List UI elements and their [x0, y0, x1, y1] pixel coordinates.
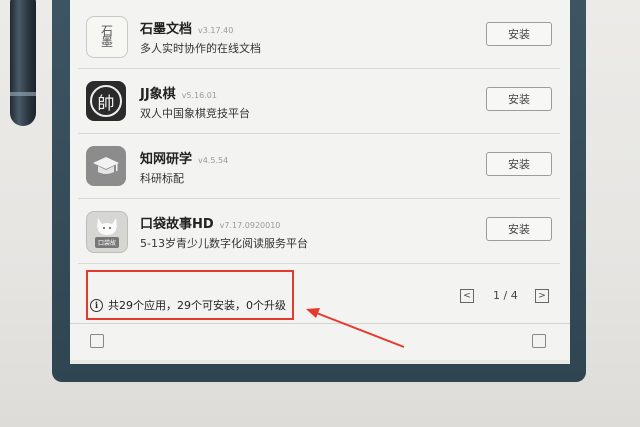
annotation-arrow: [306, 308, 405, 348]
